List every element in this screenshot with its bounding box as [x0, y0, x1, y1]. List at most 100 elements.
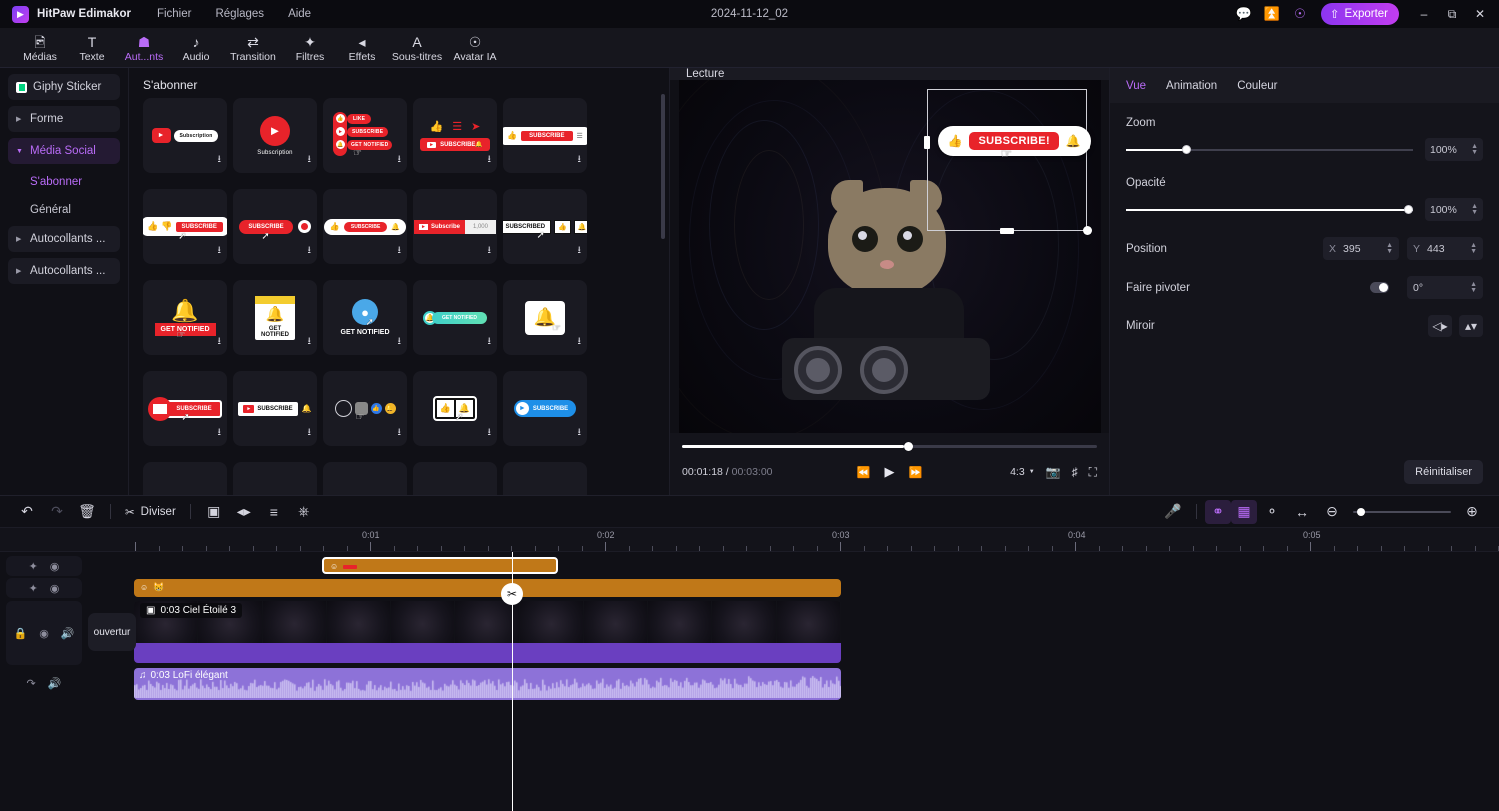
next-frame-button[interactable]: ⏩	[909, 466, 923, 479]
tool-transition[interactable]: ⇄ Transition	[222, 32, 284, 63]
sticker-youtube-subscribe-1000[interactable]: ► Subscribe 1,000 ⭳	[413, 189, 497, 264]
transition-icon[interactable]: ↷	[27, 677, 36, 690]
speed-icon[interactable]: ≡	[259, 500, 289, 524]
sticker-placeholder[interactable]	[233, 462, 317, 495]
fit-icon[interactable]: ↔	[1287, 500, 1317, 524]
tab-vue[interactable]: Vue	[1126, 80, 1146, 92]
sticker-red-subscribe-record[interactable]: SUBSCRIBE ➚ ⭳	[233, 189, 317, 264]
menu-aide[interactable]: Aide	[288, 8, 311, 20]
video-canvas[interactable]: 👍 SUBSCRIBE! 🔔 ☞	[678, 80, 1101, 433]
sticker-placeholder[interactable]	[323, 462, 407, 495]
transition-chip[interactable]: ouvertur	[88, 613, 136, 651]
sticker-avatar-get-notified[interactable]: ● GET NOTIFIED ➚ ⭳	[323, 280, 407, 355]
fullscreen-icon[interactable]: ⛶	[1089, 465, 1097, 480]
opacity-slider-handle[interactable]	[1404, 204, 1413, 214]
rotate-toggle[interactable]	[1370, 282, 1389, 293]
mute-icon[interactable]: 🔊	[61, 627, 75, 640]
trash-icon[interactable]: 🗑	[72, 500, 102, 524]
link-off-icon[interactable]: ⚬	[1257, 500, 1287, 524]
stepper-icon[interactable]: ▲ ▼	[1386, 242, 1393, 255]
stepper-icon[interactable]: ▲ ▼	[1471, 143, 1478, 156]
feedback-icon[interactable]: 💬	[1231, 3, 1257, 25]
zoom-slider[interactable]	[1126, 144, 1413, 156]
minimize-button[interactable]: –	[1411, 2, 1437, 26]
sticker-white-subscribe-bar[interactable]: 👍 SUBSCRIBE ☰ ⭳	[503, 98, 587, 173]
playhead-split-button[interactable]: ✂	[501, 583, 523, 605]
flip-vertical-icon[interactable]: ▴▾	[1459, 315, 1483, 337]
stepper-icon[interactable]: ▲ ▼	[1470, 242, 1477, 255]
track-header-audio[interactable]: ↷ 🔊	[6, 670, 82, 696]
reset-button[interactable]: Réinitialiser	[1404, 460, 1483, 484]
selection-handle[interactable]	[923, 136, 930, 149]
sticker-blue-like-subscribe-bell[interactable]: 👍 SUBSCRIBE 🔔 ⭳	[323, 189, 407, 264]
sidebar-item-giphy-sticker[interactable]: Giphy Sticker	[8, 74, 120, 100]
zoom-value-field[interactable]: 100% ▲ ▼	[1425, 138, 1483, 161]
tool-avatar-ia[interactable]: ☉ Avatar IA	[446, 32, 504, 63]
rotate-value-field[interactable]: 0° ▲ ▼	[1407, 276, 1483, 299]
tool-audio[interactable]: ♪ Audio	[170, 32, 222, 63]
timeline-clip-sticker-selected[interactable]: ☺	[322, 557, 558, 574]
tab-couleur[interactable]: Couleur	[1237, 80, 1277, 92]
tool-effets[interactable]: ◂ Effets	[336, 32, 388, 63]
tool-filtres[interactable]: ✦ Filtres	[284, 32, 336, 63]
opacity-slider[interactable]	[1126, 204, 1413, 216]
sidebar-item-media-social[interactable]: ▼ Média Social	[8, 138, 120, 164]
prev-frame-button[interactable]: ⏪	[857, 466, 871, 479]
link-on-icon[interactable]: ⚭	[1205, 499, 1231, 524]
track-header-sticker-1[interactable]: ✦ ◉	[6, 556, 82, 576]
tab-animation[interactable]: Animation	[1166, 80, 1217, 92]
visibility-icon[interactable]: ◉	[50, 582, 60, 595]
tool-medias[interactable]: 🖻 Médias	[14, 32, 66, 63]
download-icon[interactable]: ⭳	[308, 425, 312, 442]
flip-horizontal-icon[interactable]: ◁▸	[1428, 315, 1452, 337]
tool-autocollants[interactable]: ☗ Aut...nts	[118, 32, 170, 63]
download-icon[interactable]: ⭳	[488, 152, 492, 169]
position-x-field[interactable]: X 395 ▲ ▼	[1323, 237, 1399, 260]
download-icon[interactable]: ⭳	[218, 152, 222, 169]
sticker-circle-like-bell-cluster[interactable]: 👍 🔔 ☞ ⭳	[323, 371, 407, 446]
mask-icon[interactable]: ▣	[199, 500, 229, 524]
effect-icon[interactable]: ✦	[29, 582, 38, 595]
sticker-teal-get-notified-bar[interactable]: 🔔 GET NOTIFIED ⭳	[413, 280, 497, 355]
ai-caption-icon[interactable]: ⎈	[289, 500, 319, 524]
stepper-icon[interactable]: ▲ ▼	[1470, 281, 1477, 294]
sidebar-item-general[interactable]: Général	[8, 198, 120, 222]
download-icon[interactable]: ⭳	[488, 243, 492, 260]
stepper-icon[interactable]: ▲ ▼	[1471, 203, 1478, 216]
sticker-like-subscribe-notify-stack[interactable]: 👍 LIKE ► SUBSCRIBE 🔔 GET NOTIFIED ☞ ⭳	[323, 98, 407, 173]
track-header-video[interactable]: 🔒 ◉ 🔊	[6, 601, 82, 665]
download-icon[interactable]: ⭳	[308, 152, 312, 169]
download-icon[interactable]: ⭳	[218, 334, 222, 351]
split-button[interactable]: ✂ Diviser	[119, 505, 182, 519]
snapshot-icon[interactable]: 📷	[1046, 465, 1061, 479]
tool-texte[interactable]: T Texte	[66, 32, 118, 63]
sticker-placeholder[interactable]	[503, 462, 587, 495]
opacity-value-field[interactable]: 100% ▲ ▼	[1425, 198, 1483, 221]
effect-icon[interactable]: ✦	[29, 560, 38, 573]
sticker-placeholder[interactable]	[413, 462, 497, 495]
seek-bar[interactable]	[682, 441, 1097, 453]
sidebar-item-forme[interactable]: ▶ Forme	[8, 106, 120, 132]
timeline-zoom-slider[interactable]	[1353, 506, 1451, 518]
sticker-black-like-bell-box[interactable]: 👍 🔔 ➚ ⭳	[413, 371, 497, 446]
sticker-subscribed-like-bell[interactable]: SUBSCRIBED 👍 🔔 ➚ ⭳	[503, 189, 587, 264]
timeline-clip-video-audio-band[interactable]	[134, 643, 841, 663]
tool-sous-titres[interactable]: A Sous-titres	[388, 32, 446, 63]
sticker-youtube-circle-subscribe[interactable]: SUBSCRIBE ➚ ⭳	[143, 371, 227, 446]
zoom-out-icon[interactable]: ⊖	[1317, 500, 1347, 524]
timeline-ruler[interactable]: 0:01 0:02 0:03 0:04 0:05	[0, 528, 1499, 552]
mute-icon[interactable]: 🔊	[48, 677, 62, 690]
sticker-youtube-subscription-pill[interactable]: ► Subscription ⭳	[143, 98, 227, 173]
download-icon[interactable]: ⭳	[578, 152, 582, 169]
subscribe-sticker[interactable]: 👍 SUBSCRIBE! 🔔 ☞	[937, 126, 1091, 161]
maximize-button[interactable]: ⧉	[1439, 2, 1465, 26]
export-button[interactable]: ⇧ Exporter	[1320, 3, 1399, 25]
download-icon[interactable]: ⭳	[398, 425, 402, 442]
download-icon[interactable]: ⭳	[578, 425, 582, 442]
close-button[interactable]: ✕	[1467, 2, 1493, 26]
download-icon[interactable]: ⭳	[398, 334, 402, 351]
thumbnails-icon[interactable]: ▦	[1231, 499, 1257, 524]
selection-handle[interactable]	[999, 228, 1014, 234]
sticker-bell-speech-bubble[interactable]: 🔔 ☞ ⭳	[503, 280, 587, 355]
position-y-field[interactable]: Y 443 ▲ ▼	[1407, 237, 1483, 260]
